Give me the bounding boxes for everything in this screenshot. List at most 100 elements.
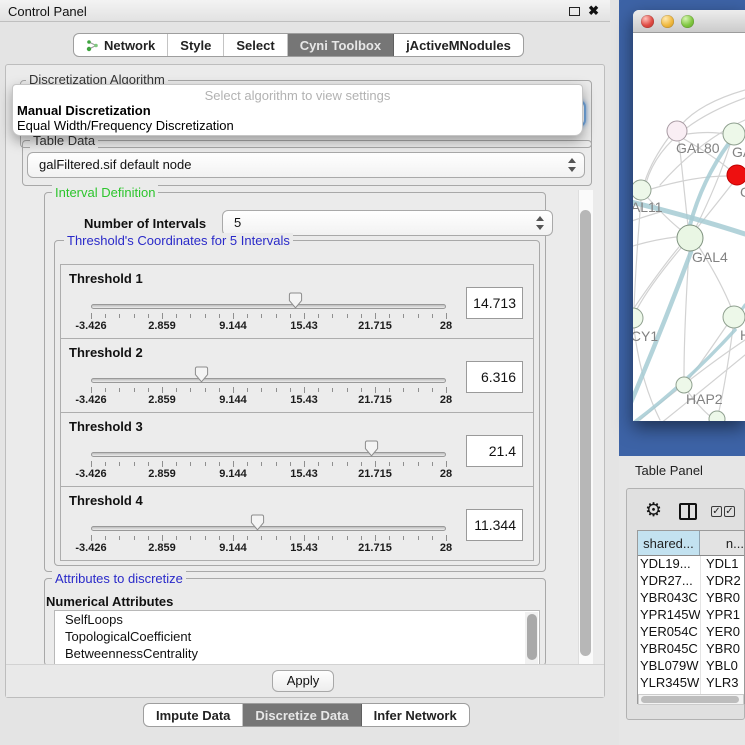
tab-discretize-data[interactable]: Discretize Data bbox=[243, 704, 361, 726]
table-row[interactable]: YBR043CYBR0 bbox=[638, 590, 744, 607]
tick-mark bbox=[91, 387, 92, 393]
minimize-traffic-light-icon[interactable] bbox=[661, 15, 674, 28]
tab-label: Discretize Data bbox=[255, 708, 348, 723]
tab-network[interactable]: Network bbox=[74, 34, 168, 56]
network-node-gal4[interactable] bbox=[677, 225, 703, 251]
tick-mark bbox=[304, 313, 305, 319]
gear-icon[interactable]: ⚙ bbox=[645, 499, 662, 521]
tab-jactivemnodules[interactable]: jActiveMNodules bbox=[394, 34, 523, 56]
network-node-ga[interactable] bbox=[723, 123, 745, 145]
attributes-scrollbar-thumb[interactable] bbox=[527, 614, 537, 660]
tick-mark bbox=[91, 461, 92, 467]
tick-mark bbox=[332, 536, 333, 540]
tick-mark bbox=[205, 388, 206, 392]
tick-mark bbox=[233, 461, 234, 467]
threshold-label: Threshold 4 bbox=[69, 493, 143, 508]
checkbox-icon[interactable]: ✓ bbox=[724, 506, 735, 517]
table-row[interactable]: YDL19...YDL1 bbox=[638, 556, 744, 573]
table-row[interactable]: YPR145WYPR1 bbox=[638, 607, 744, 624]
tick-mark bbox=[205, 314, 206, 318]
tick-mark bbox=[233, 387, 234, 393]
tick-mark bbox=[162, 313, 163, 319]
table-hscrollbar-track[interactable] bbox=[638, 694, 744, 705]
tick-mark bbox=[332, 388, 333, 392]
threshold-value-field[interactable]: 21.4 bbox=[466, 435, 523, 467]
tick-mark bbox=[190, 314, 191, 318]
network-canvas[interactable]: GAL80GACGAL11GAL4GCY1HHAP2 bbox=[633, 33, 745, 421]
tick-label: 2.859 bbox=[134, 468, 190, 480]
table-data-combobox[interactable]: galFiltered.sif default node bbox=[27, 152, 585, 178]
tick-mark bbox=[446, 461, 447, 467]
tab-infer-network[interactable]: Infer Network bbox=[362, 704, 469, 726]
tab-label: Infer Network bbox=[374, 708, 457, 723]
slider-track[interactable] bbox=[91, 304, 446, 309]
slider-thumb[interactable] bbox=[194, 366, 209, 383]
table-row[interactable]: YLR345WYLR3 bbox=[638, 675, 744, 692]
tick-mark bbox=[432, 536, 433, 540]
tab-label: Select bbox=[236, 38, 274, 53]
tick-mark bbox=[176, 388, 177, 392]
network-node-c[interactable] bbox=[727, 165, 745, 185]
network-edge[interactable] bbox=[634, 200, 641, 308]
tick-mark bbox=[261, 462, 262, 466]
table-hscrollbar-thumb[interactable] bbox=[641, 696, 739, 703]
tick-mark bbox=[219, 388, 220, 392]
close-icon[interactable]: ✖ bbox=[588, 3, 599, 18]
network-node[interactable] bbox=[709, 411, 725, 421]
attribute-item-selfloops[interactable]: SelfLoops bbox=[55, 611, 539, 628]
network-node-gal80[interactable] bbox=[667, 121, 687, 141]
float-window-icon[interactable] bbox=[569, 7, 580, 16]
slider-track[interactable] bbox=[91, 378, 446, 383]
network-window-titlebar[interactable] bbox=[633, 10, 745, 33]
split-view-icon[interactable] bbox=[679, 503, 697, 520]
algorithm-option-equal-width-frequency-discretization[interactable]: Equal Width/Frequency Discretization bbox=[13, 118, 582, 133]
tick-mark bbox=[304, 387, 305, 393]
algorithm-hint-item[interactable]: Select algorithm to view settings bbox=[13, 85, 582, 103]
table-row[interactable]: YER054CYER0 bbox=[638, 624, 744, 641]
threshold-panel-3: Threshold 3-3.4262.8599.14415.4321.71528… bbox=[60, 412, 534, 487]
tab-style[interactable]: Style bbox=[168, 34, 224, 56]
network-edge[interactable] bbox=[633, 237, 676, 250]
tick-mark bbox=[176, 536, 177, 540]
tab-select[interactable]: Select bbox=[224, 34, 287, 56]
tick-label: -3.426 bbox=[63, 468, 119, 480]
attribute-item-topologicalcoefficient[interactable]: TopologicalCoefficient bbox=[55, 628, 539, 645]
slider-thumb[interactable] bbox=[250, 514, 265, 531]
slider-track[interactable] bbox=[91, 526, 446, 531]
network-node-label: HAP2 bbox=[686, 391, 723, 407]
network-edge[interactable] bbox=[681, 90, 745, 125]
network-node-gcy1[interactable] bbox=[633, 308, 643, 328]
tab-impute-data[interactable]: Impute Data bbox=[144, 704, 243, 726]
threshold-value-field[interactable]: 14.713 bbox=[466, 287, 523, 319]
slider-thumb[interactable] bbox=[364, 440, 379, 457]
threshold-value-field[interactable]: 11.344 bbox=[466, 509, 523, 541]
network-edge[interactable] bbox=[650, 355, 745, 421]
tab-cyni-toolbox[interactable]: Cyni Toolbox bbox=[288, 34, 394, 56]
table-header-shared[interactable]: shared... bbox=[638, 531, 700, 555]
network-node-gal11[interactable] bbox=[633, 180, 651, 200]
cell-shared-name: YLR345W bbox=[638, 675, 701, 692]
tick-mark bbox=[347, 314, 348, 318]
numerical-attributes-list: SelfLoopsTopologicalCoefficientBetweenne… bbox=[54, 610, 540, 666]
tick-mark bbox=[205, 462, 206, 466]
zoom-traffic-light-icon[interactable] bbox=[681, 15, 694, 28]
table-row[interactable]: YBR045CYBR0 bbox=[638, 641, 744, 658]
settings-scrollbar-thumb[interactable] bbox=[580, 210, 591, 656]
algorithm-option-manual-discretization[interactable]: Manual Discretization bbox=[13, 103, 582, 118]
tab-label: Style bbox=[180, 38, 211, 53]
table-header-name[interactable]: n... bbox=[700, 531, 744, 555]
table-row[interactable]: YDR27...YDR2 bbox=[638, 573, 744, 590]
panel-title: Control Panel bbox=[8, 4, 87, 19]
threshold-value-field[interactable]: 6.316 bbox=[466, 361, 523, 393]
tick-label: 28 bbox=[418, 468, 474, 480]
slider-thumb[interactable] bbox=[288, 292, 303, 309]
apply-button[interactable]: Apply bbox=[272, 670, 334, 692]
network-node-h[interactable] bbox=[723, 306, 745, 328]
slider-track[interactable] bbox=[91, 452, 446, 457]
attribute-item-betweennesscentrality[interactable]: BetweennessCentrality bbox=[55, 645, 539, 662]
checkbox-icon[interactable]: ✓ bbox=[711, 506, 722, 517]
close-traffic-light-icon[interactable] bbox=[641, 15, 654, 28]
table-row[interactable]: YBL079WYBL0 bbox=[638, 658, 744, 675]
tab-label: Network bbox=[104, 38, 155, 53]
cell-name: YDL1 bbox=[701, 556, 744, 573]
